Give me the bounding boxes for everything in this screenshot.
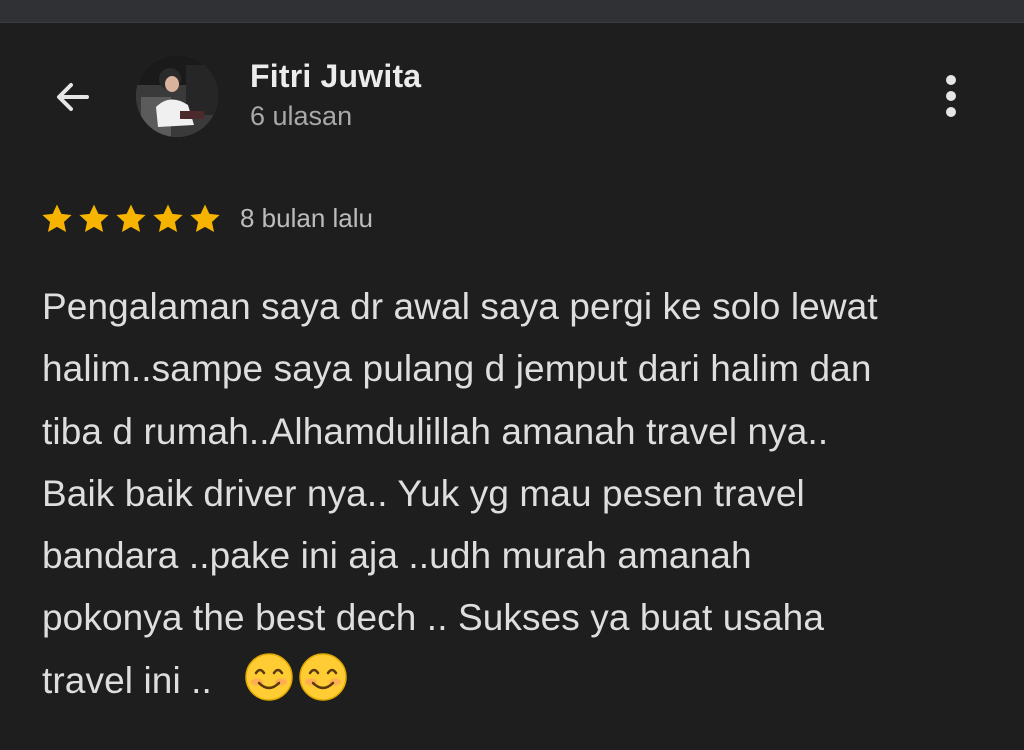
review-date: 8 bulan lalu [240,203,373,233]
review-text: Pengalaman saya dr awal saya pergi ke so… [42,286,878,701]
more-vertical-icon-dot [946,107,956,117]
smiling-face-emoji [245,653,293,701]
star-icon [153,204,183,233]
star-icon [116,204,146,233]
review-count: 6 ulasan [250,101,353,131]
star-icon [79,204,109,233]
more-vertical-icon-dot [946,91,956,101]
smiling-face-emoji [299,653,347,701]
back-button[interactable] [44,68,102,126]
star-icon [42,204,72,233]
avatar[interactable] [136,55,218,137]
star-icon [190,204,220,233]
top-status-strip [0,0,1024,23]
more-options-button[interactable] [928,70,974,122]
arrow-left-icon [57,83,89,111]
star-rating [40,200,225,238]
emoji-row [244,652,352,702]
more-vertical-icon [946,75,956,85]
reviewer-name[interactable]: Fitri Juwita [250,58,421,95]
profile-photo [136,55,218,137]
